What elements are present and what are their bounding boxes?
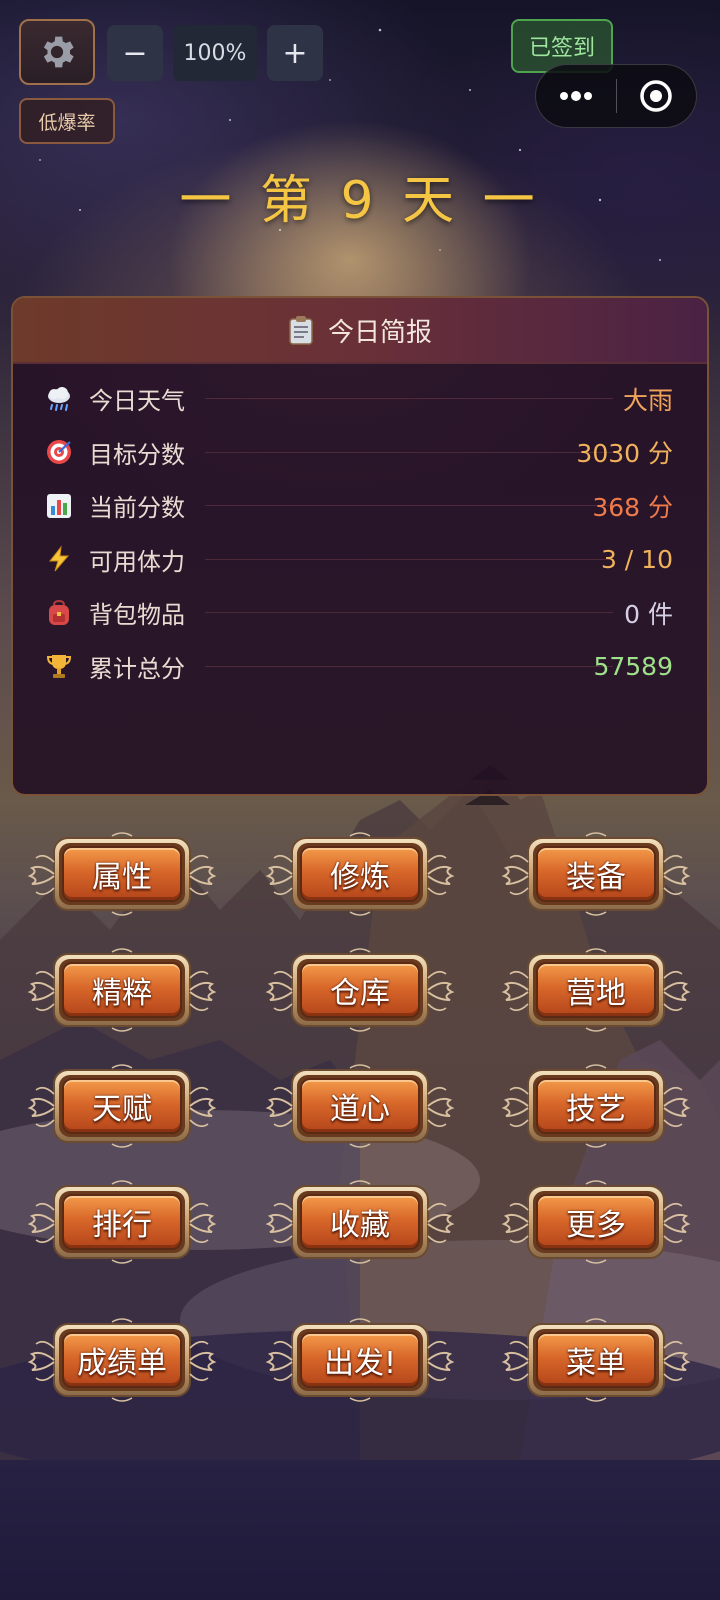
menu-button-more[interactable]: 更多 — [498, 1180, 694, 1264]
menu-button-label: 排行 — [62, 1194, 182, 1250]
backpack-icon — [45, 599, 89, 627]
menu-button-attributes[interactable]: 属性 — [24, 832, 220, 916]
report-row-stamina: 可用体力 3 / 10 — [45, 533, 673, 587]
menu-button-label: 修炼 — [300, 846, 420, 902]
menu-button-depart[interactable]: 出发! — [262, 1318, 458, 1402]
trophy-icon — [45, 652, 89, 680]
report-row-backpack: 背包物品 0 件 — [45, 586, 673, 640]
menu-button-collection[interactable]: 收藏 — [262, 1180, 458, 1264]
menu-button-label: 技艺 — [536, 1078, 656, 1134]
menu-button-label: 装备 — [536, 846, 656, 902]
menu-button-label: 成绩单 — [62, 1332, 182, 1388]
menu-button-label: 精粹 — [62, 962, 182, 1018]
report-value: 57589 — [593, 651, 673, 681]
report-row-weather: 今日天气 大雨 — [45, 372, 673, 426]
zoom-out-button[interactable]: − — [107, 25, 163, 81]
menu-button-label: 仓库 — [300, 962, 420, 1018]
menu-button-label: 道心 — [300, 1078, 420, 1134]
drop-rate-badge[interactable]: 低爆率 — [19, 98, 115, 144]
zoom-level: 100% — [173, 25, 257, 81]
menu-button-talent[interactable]: 天赋 — [24, 1064, 220, 1148]
more-dots-icon — [559, 91, 592, 101]
report-rows: 今日天气 大雨 目标分数 3030 分 当前分数 368 分 可用体力 3 / … — [13, 364, 707, 693]
menu-button-warehouse[interactable]: 仓库 — [262, 948, 458, 1032]
menu-button-label: 营地 — [536, 962, 656, 1018]
report-header: 今日简报 — [13, 298, 707, 364]
report-label: 目标分数 — [89, 440, 185, 469]
close-button[interactable] — [617, 78, 697, 114]
report-label: 当前分数 — [89, 494, 185, 523]
menu-button-label: 收藏 — [300, 1194, 420, 1250]
zoom-in-button[interactable]: + — [267, 25, 323, 81]
report-label: 今日天气 — [89, 387, 185, 416]
report-value: 368 分 — [592, 492, 673, 522]
report-row-total-score: 累计总分 57589 — [45, 640, 673, 694]
menu-button-menu[interactable]: 菜单 — [498, 1318, 694, 1402]
settings-button[interactable] — [19, 19, 95, 85]
report-label: 背包物品 — [89, 601, 185, 630]
mini-program-capsule — [535, 64, 697, 128]
menu-button-camp[interactable]: 营地 — [498, 948, 694, 1032]
report-value: 大雨 — [622, 385, 673, 415]
menu-button-label: 天赋 — [62, 1078, 182, 1134]
report-label: 累计总分 — [89, 654, 185, 683]
menu-button-cultivate[interactable]: 修炼 — [262, 832, 458, 916]
report-value: 3030 分 — [576, 439, 673, 469]
menu-button-label: 出发! — [300, 1332, 420, 1388]
gear-icon — [43, 36, 74, 68]
target-icon — [45, 438, 89, 466]
report-title: 今日简报 — [327, 317, 432, 348]
report-value: 0 件 — [624, 599, 673, 629]
menu-button-label: 属性 — [62, 846, 182, 902]
report-value: 3 / 10 — [600, 544, 673, 574]
menu-button-essence[interactable]: 精粹 — [24, 948, 220, 1032]
menu-button-label: 更多 — [536, 1194, 656, 1250]
menu-button-report-card[interactable]: 成绩单 — [24, 1318, 220, 1402]
target-circle-icon — [640, 80, 672, 112]
more-button[interactable] — [536, 89, 616, 103]
report-label: 可用体力 — [89, 547, 185, 576]
menu-button-skills[interactable]: 技艺 — [498, 1064, 694, 1148]
rain-cloud-icon — [45, 385, 89, 413]
report-row-target-score: 目标分数 3030 分 — [45, 426, 673, 480]
bar-chart-icon — [45, 492, 89, 520]
clipboard-icon — [289, 316, 313, 345]
menu-button-label: 菜单 — [536, 1332, 656, 1388]
report-row-current-score: 当前分数 368 分 — [45, 479, 673, 533]
day-title: 一 第 9 天 一 — [179, 171, 541, 231]
daily-report-panel: 今日简报 今日天气 大雨 目标分数 3030 分 当前分数 368 分 可用体力… — [11, 296, 709, 796]
menu-button-dao-heart[interactable]: 道心 — [262, 1064, 458, 1148]
menu-button-equipment[interactable]: 装备 — [498, 832, 694, 916]
menu-button-ranking[interactable]: 排行 — [24, 1180, 220, 1264]
lightning-icon — [45, 545, 89, 573]
zoom-control: − 100% + — [107, 25, 323, 81]
